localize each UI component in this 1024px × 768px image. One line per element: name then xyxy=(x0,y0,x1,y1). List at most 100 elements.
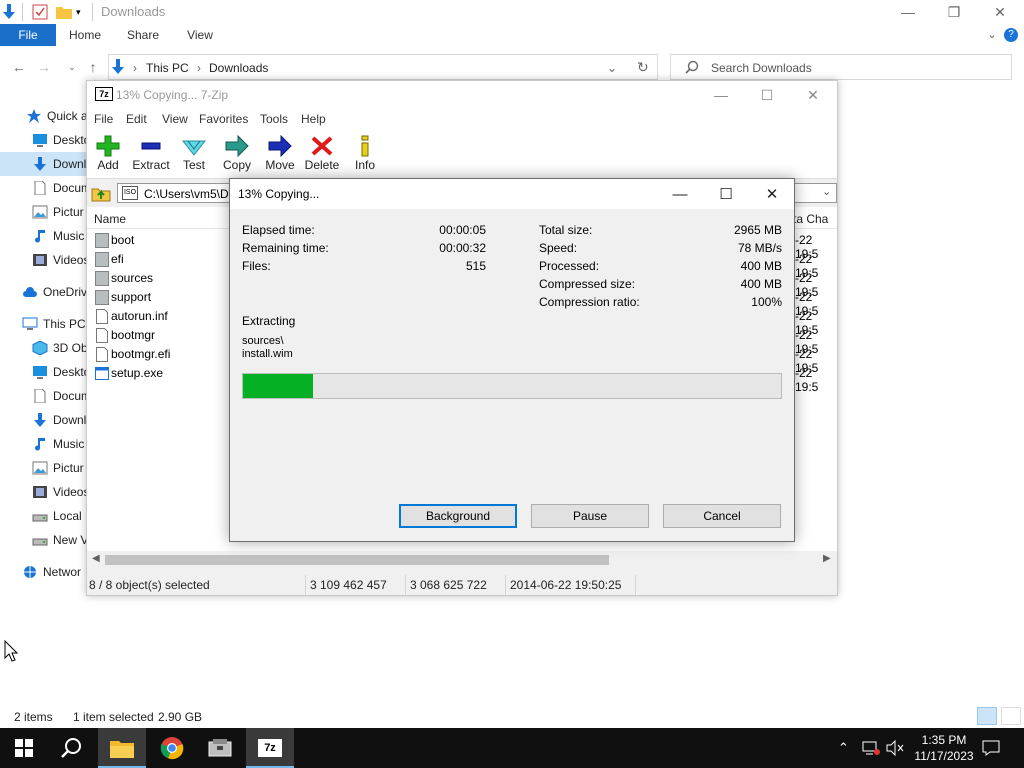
scroll-right-icon[interactable]: ▶ xyxy=(823,553,831,564)
tab-share[interactable]: Share xyxy=(122,24,164,46)
progress-close-button[interactable]: ✕ xyxy=(749,181,795,207)
processed-value: 400 MB xyxy=(740,259,782,273)
refresh-icon[interactable]: ↻ xyxy=(637,59,649,76)
nav-item[interactable]: 3D Ob xyxy=(0,336,86,360)
tab-home[interactable]: Home xyxy=(62,24,108,46)
menu-edit[interactable]: Edit xyxy=(126,112,147,126)
back-arrow-icon[interactable]: ← xyxy=(9,58,29,76)
nav-item[interactable]: Deskto xyxy=(0,360,86,384)
horizontal-scrollbar[interactable]: ◀ ▶ xyxy=(87,551,837,569)
progress-maximize-button[interactable]: ☐ xyxy=(703,181,749,207)
close-button[interactable]: ✕ xyxy=(977,0,1023,24)
progress-bar xyxy=(242,373,782,399)
scroll-left-icon[interactable]: ◀ xyxy=(92,553,100,564)
extract-button[interactable]: Extract xyxy=(128,135,174,179)
menu-file[interactable]: File xyxy=(94,112,113,126)
nav-item[interactable]: OneDriv xyxy=(0,280,86,304)
copy-button[interactable]: Copy xyxy=(214,135,260,179)
nav-item[interactable]: This PC xyxy=(0,312,86,336)
nav-item[interactable]: Downl xyxy=(0,408,86,432)
help-icon[interactable]: ? xyxy=(1004,28,1018,42)
nav-item-label: Docum xyxy=(53,389,86,403)
copy-progress-dialog: 13% Copying... — ☐ ✕ Elapsed time: 00:00… xyxy=(229,178,795,542)
notifications-icon[interactable] xyxy=(982,740,1000,756)
search-input[interactable]: Search Downloads xyxy=(670,54,1012,80)
info-icon xyxy=(361,135,369,157)
nav-item[interactable]: Docum xyxy=(0,176,86,200)
video-icon xyxy=(32,253,48,267)
background-button[interactable]: Background xyxy=(399,504,517,528)
properties-icon[interactable] xyxy=(32,3,48,21)
total-size-value: 2965 MB xyxy=(733,223,782,237)
breadcrumb-this-pc[interactable]: This PC xyxy=(146,61,189,75)
menu-help[interactable]: Help xyxy=(301,112,326,126)
menu-view[interactable]: View xyxy=(162,112,188,126)
file-name: sources xyxy=(111,271,154,285)
status-selected: 8 / 8 object(s) selected xyxy=(89,578,210,592)
7zip-maximize-button[interactable]: ☐ xyxy=(744,83,790,107)
chevron-down-icon[interactable]: ⌄ xyxy=(822,185,831,198)
nav-item[interactable]: Videos xyxy=(0,480,86,504)
taskbar-chrome[interactable] xyxy=(148,728,196,768)
minimize-button[interactable]: — xyxy=(885,0,931,24)
application-icon xyxy=(95,366,109,381)
maximize-button[interactable]: ❐ xyxy=(931,0,977,24)
nav-item[interactable]: Docum xyxy=(0,384,86,408)
nav-item[interactable]: Music xyxy=(0,432,86,456)
file-explorer-icon xyxy=(110,741,134,758)
nav-item[interactable]: New V xyxy=(0,528,86,552)
address-bar[interactable]: › This PC › Downloads ⌄ ↻ xyxy=(108,54,658,80)
taskbar-archive-app[interactable] xyxy=(196,728,244,768)
chevron-down-icon[interactable]: ▾ xyxy=(76,3,81,21)
column-date[interactable]: ta Cha xyxy=(793,212,828,226)
processed-label: Processed: xyxy=(539,259,600,273)
recent-chevron-icon[interactable]: ⌄ xyxy=(62,58,82,76)
search-button[interactable] xyxy=(48,728,96,768)
nav-item[interactable]: Pictur xyxy=(0,456,86,480)
menu-tools[interactable]: Tools xyxy=(260,112,288,126)
new-folder-icon[interactable] xyxy=(56,3,72,21)
tab-view[interactable]: View xyxy=(180,24,220,46)
up-arrow-icon[interactable]: ↑ xyxy=(83,58,103,76)
nav-item[interactable]: Music xyxy=(0,224,86,248)
folder-up-icon[interactable] xyxy=(91,184,113,202)
system-clock[interactable]: 1:35 PM 11/17/2023 xyxy=(912,732,976,764)
nav-item[interactable]: Quick a xyxy=(0,104,86,128)
details-view-icon[interactable] xyxy=(977,707,997,725)
cancel-button[interactable]: Cancel xyxy=(663,504,781,528)
column-name[interactable]: Name xyxy=(94,212,126,226)
ribbon-expand-icon[interactable]: ⌄ xyxy=(984,24,1000,46)
large-icons-view-icon[interactable] xyxy=(1001,707,1021,725)
breadcrumb-downloads[interactable]: Downloads xyxy=(209,61,268,75)
nav-item[interactable]: Local I xyxy=(0,504,86,528)
7zip-toolbar: Add Extract Test Copy Move Delete Info xyxy=(87,129,837,179)
7zip-minimize-button[interactable]: — xyxy=(698,83,744,107)
menu-favorites[interactable]: Favorites xyxy=(199,112,248,126)
download-icon[interactable] xyxy=(2,3,16,21)
nav-item[interactable]: Networ xyxy=(0,560,86,584)
chevron-down-icon[interactable]: ⌄ xyxy=(607,61,617,75)
volume-muted-icon[interactable] xyxy=(886,739,904,757)
nav-item[interactable]: Deskto xyxy=(0,128,86,152)
tab-file[interactable]: File xyxy=(0,24,56,46)
7zip-close-button[interactable]: ✕ xyxy=(790,83,836,107)
arrow-right-icon xyxy=(268,135,292,157)
taskbar-file-explorer[interactable] xyxy=(98,728,146,768)
scrollbar-thumb[interactable] xyxy=(105,555,609,565)
test-button[interactable]: Test xyxy=(171,135,217,179)
forward-arrow-icon[interactable]: → xyxy=(34,58,54,76)
delete-button[interactable]: Delete xyxy=(299,135,345,179)
info-button[interactable]: Info xyxy=(342,135,388,179)
pause-button[interactable]: Pause xyxy=(531,504,649,528)
progress-minimize-button[interactable]: — xyxy=(657,181,703,207)
network-icon[interactable] xyxy=(862,740,880,756)
nav-item[interactable]: Pictur xyxy=(0,200,86,224)
computer-icon xyxy=(22,317,38,331)
nav-item[interactable]: Downl xyxy=(0,152,86,176)
start-button[interactable] xyxy=(0,728,48,768)
nav-item[interactable]: Videos xyxy=(0,248,86,272)
taskbar-7zip[interactable]: 7z xyxy=(246,728,294,768)
move-button[interactable]: Move xyxy=(257,135,303,179)
add-button[interactable]: Add xyxy=(85,135,131,179)
tray-chevron-up-icon[interactable]: ⌃ xyxy=(838,740,856,756)
